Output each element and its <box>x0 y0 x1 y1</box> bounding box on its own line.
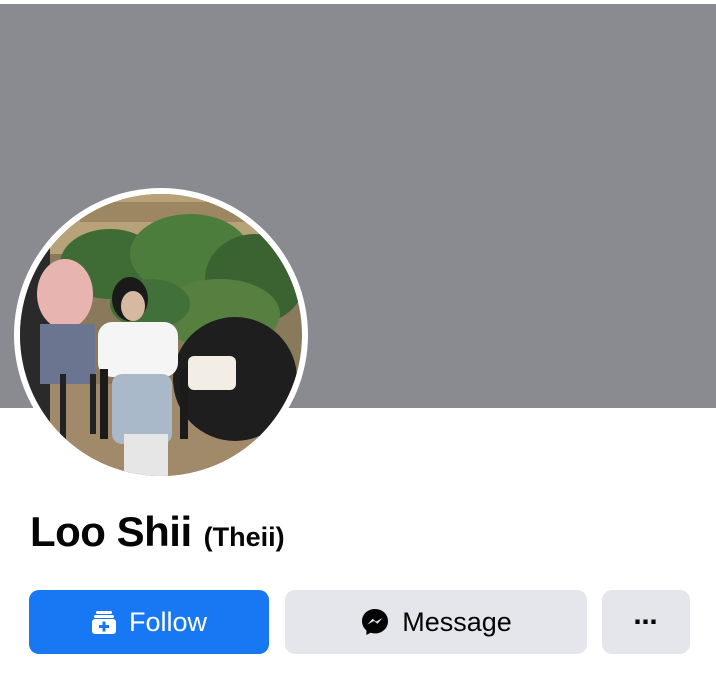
profile-name-row: Loo Shii (Theii) <box>30 508 285 558</box>
cover-top-edge <box>0 0 716 4</box>
more-options-button[interactable]: ⋯ <box>602 590 690 654</box>
follow-button[interactable]: Follow <box>29 590 269 654</box>
profile-name: Loo Shii <box>30 508 192 555</box>
message-button-label: Message <box>402 606 512 637</box>
profile-photo-image <box>20 194 302 476</box>
follow-button-label: Follow <box>128 606 208 637</box>
profile-alternate-name: (Theii) <box>203 522 285 552</box>
follow-add-icon <box>91 609 117 635</box>
message-button[interactable]: Message <box>285 590 587 654</box>
messenger-icon <box>360 607 390 637</box>
more-dots-icon: ⋯ <box>633 608 659 636</box>
profile-picture[interactable] <box>20 194 302 476</box>
